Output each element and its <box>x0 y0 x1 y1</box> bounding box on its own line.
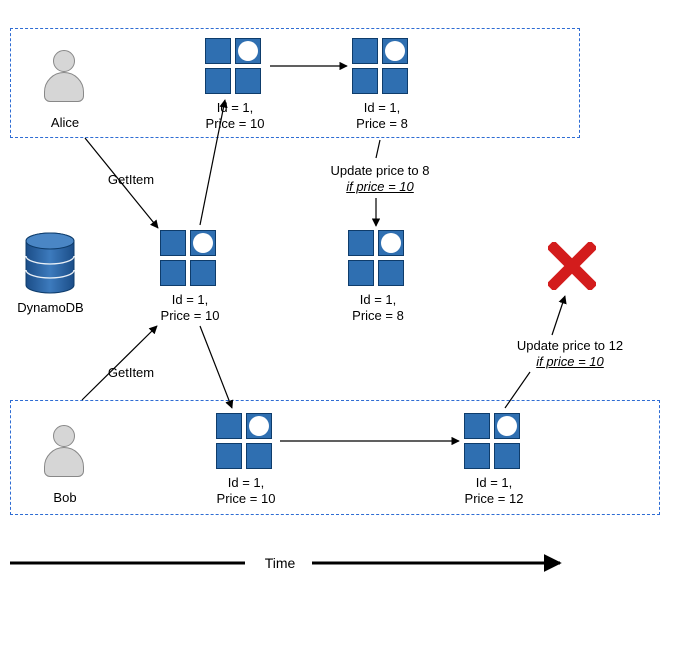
update-alice-label: Update price to 8 if price = 10 <box>305 163 455 196</box>
arrow-bob-update-top <box>552 296 565 335</box>
bob-region <box>10 400 660 515</box>
arrow-alice-update-top <box>376 140 380 158</box>
user-bob-label: Bob <box>30 490 100 506</box>
alice-item-updated <box>352 38 410 96</box>
store-item-after <box>348 230 406 288</box>
update-bob-label: Update price to 12 if price = 10 <box>490 338 650 371</box>
bob-item-updated-label: Id = 1, Price = 12 <box>449 475 539 508</box>
user-alice-label: Alice <box>30 115 100 131</box>
bob-item-initial <box>216 413 274 471</box>
alice-item-updated-label: Id = 1, Price = 8 <box>337 100 427 133</box>
user-bob-icon <box>40 425 88 485</box>
store-item-initial <box>160 230 218 288</box>
user-alice-icon <box>40 50 88 110</box>
alice-item-initial <box>205 38 263 96</box>
dynamodb-label: DynamoDB <box>8 300 93 316</box>
arrow-bob-getitem <box>82 326 157 400</box>
bob-name-text: Bob <box>53 490 76 505</box>
alice-name-text: Alice <box>51 115 79 130</box>
time-axis-label: Time <box>250 555 310 573</box>
arrow-store-to-bob <box>200 326 232 408</box>
store-item-after-label: Id = 1, Price = 8 <box>333 292 423 325</box>
store-item-initial-label: Id = 1, Price = 10 <box>145 292 235 325</box>
dynamodb-text: DynamoDB <box>17 300 83 315</box>
getitem-alice-label: GetItem <box>96 172 166 188</box>
dynamodb-icon <box>22 232 78 294</box>
alice-item-initial-label: Id = 1, Price = 10 <box>190 100 280 133</box>
bob-item-updated <box>464 413 522 471</box>
getitem-bob-label: GetItem <box>96 365 166 381</box>
bob-item-initial-label: Id = 1, Price = 10 <box>201 475 291 508</box>
reject-icon <box>548 242 596 290</box>
